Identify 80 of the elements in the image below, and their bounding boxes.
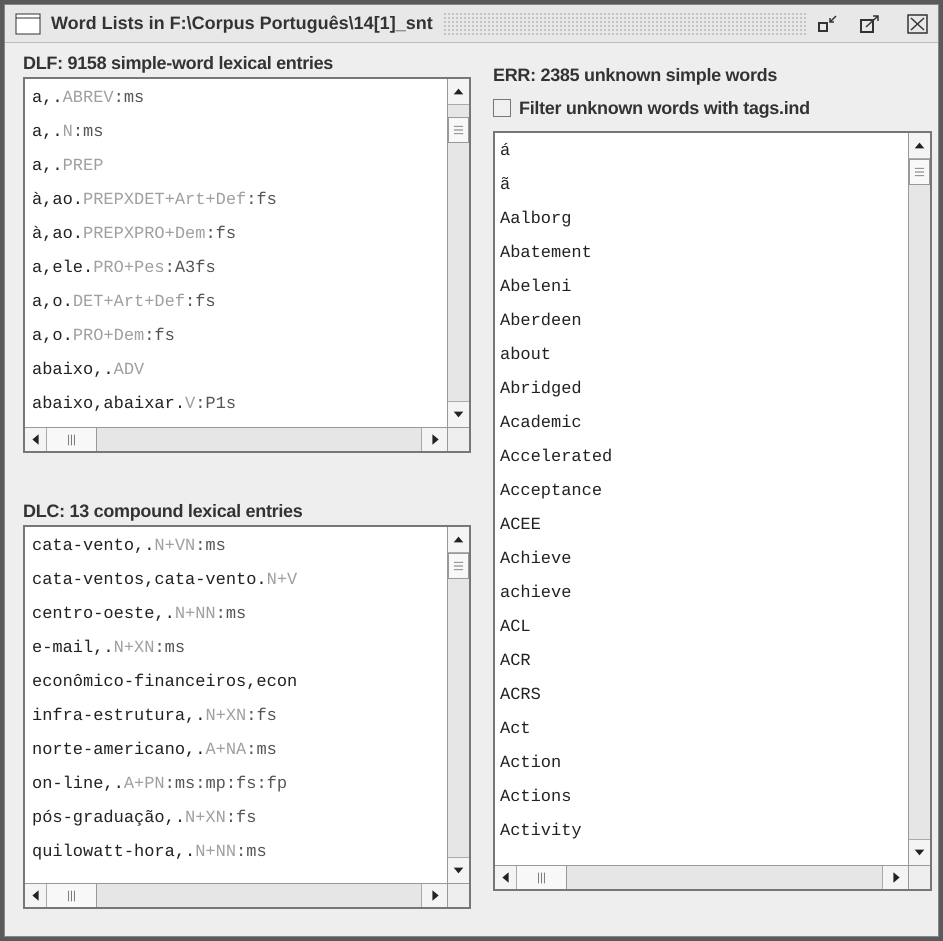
vertical-scrollbar[interactable] (908, 133, 930, 865)
list-item[interactable]: a,.PREP (32, 150, 440, 184)
scroll-down-icon[interactable] (448, 401, 469, 427)
list-item[interactable]: à,ao.PREPXPRO+Dem:fs (32, 218, 440, 252)
scroll-right-icon[interactable] (882, 866, 908, 889)
list-item[interactable]: ACR (500, 645, 903, 679)
scrollbar-corner (908, 866, 930, 889)
list-item[interactable]: Abridged (500, 373, 903, 407)
horizontal-scrollbar[interactable] (495, 866, 908, 889)
list-item[interactable]: Actions (500, 781, 903, 815)
list-item[interactable]: e-mail,.N+XN:ms (32, 632, 440, 666)
horizontal-scrollbar[interactable] (25, 884, 447, 907)
scroll-thumb-icon[interactable] (909, 159, 930, 185)
list-item[interactable]: Abeleni (500, 271, 903, 305)
list-item[interactable]: a,.ABREV:ms (32, 82, 440, 116)
window-icon (15, 12, 41, 34)
list-item[interactable]: about (500, 339, 903, 373)
list-item[interactable]: quilowatt-hora,.N+NN:ms (32, 836, 440, 870)
list-item[interactable]: Action (500, 747, 903, 781)
scroll-thumb-icon[interactable] (517, 866, 567, 889)
list-item[interactable]: à,ao.PREPXDET+Art+Def:fs (32, 184, 440, 218)
scroll-left-icon[interactable] (25, 884, 47, 907)
entry-list[interactable] (23, 525, 471, 909)
scroll-thumb-icon[interactable] (448, 553, 469, 579)
section-label: ERR: 2385 unknown simple words (493, 64, 778, 87)
list-item[interactable]: Academic (500, 407, 903, 441)
list-item[interactable]: á (500, 135, 903, 169)
scroll-down-icon[interactable] (448, 857, 469, 883)
list-item[interactable]: ã (500, 169, 903, 203)
list-item[interactable]: Accelerated (500, 441, 903, 475)
list-item[interactable]: abaixo,.ADV (32, 354, 440, 388)
list-item[interactable]: cata-vento,.N+VN:ms (32, 530, 440, 564)
scroll-left-icon[interactable] (25, 428, 47, 451)
scroll-up-icon[interactable] (448, 527, 469, 553)
scroll-up-icon[interactable] (448, 79, 469, 105)
list-item[interactable]: a,.N:ms (32, 116, 440, 150)
scroll-thumb-icon[interactable] (448, 116, 469, 143)
list-item[interactable]: ACEE (500, 509, 903, 543)
close-icon[interactable] (906, 12, 930, 34)
list-item[interactable]: a,o.DET+Art+Def:fs (32, 286, 440, 320)
list-item[interactable]: ACRS (500, 679, 903, 713)
section-label: DLC: 13 compound lexical entries (23, 500, 304, 523)
scroll-right-icon[interactable] (421, 884, 447, 907)
word-list[interactable]: á ã Aalborg Abatement Abeleni Aberdeen about Abridged Academic Accelerated Acceptance ACEE Achieve achieve ACL ACR ACRS Act Action Actions Activity (493, 131, 932, 891)
horizontal-scrollbar[interactable] (25, 428, 447, 451)
list-item[interactable]: a,ele.PRO+Pes:A3fs (32, 252, 440, 286)
list-item[interactable]: econômico-financeiros,econ (32, 666, 440, 700)
scrollbar-corner (447, 428, 469, 451)
list-item[interactable]: achieve (500, 577, 903, 611)
vertical-scrollbar[interactable] (447, 527, 469, 883)
list-item[interactable]: on-line,.A+PN:ms:mp:fs:fp (32, 768, 440, 802)
list-item[interactable]: norte-americano,.A+NA:ms (32, 734, 440, 768)
list-item[interactable]: Acceptance (500, 475, 903, 509)
entry-list[interactable]: a,.ABREV:ms a,.N:ms a,.PREP à,ao.PREPXDET+Art+Def:fs à,ao.PREPXPRO+Dem:fs a,ele.PRO+Pes:A3fs a,o.DET+Art+Def:fs a,o.PRO+Dem:fs abaixo,.ADV abaixo,abaixar.V:P1s (23, 77, 471, 453)
scroll-thumb-icon[interactable] (47, 428, 97, 451)
filter-checkbox[interactable] (493, 99, 511, 117)
list-item[interactable]: Achieve (500, 543, 903, 577)
list-item[interactable]: Activity (500, 815, 903, 849)
filter-label[interactable]: Filter unknown words with tags.ind (519, 94, 810, 122)
maximize-icon[interactable] (858, 12, 882, 34)
list-item[interactable]: a,o.PRO+Dem:fs (32, 320, 440, 354)
list-item[interactable]: cata-ventos,cata-vento.N+V (32, 564, 440, 598)
scroll-up-icon[interactable] (909, 133, 930, 159)
list-item[interactable]: Aalborg (500, 203, 903, 237)
scroll-down-icon[interactable] (909, 839, 930, 865)
scroll-left-icon[interactable] (495, 866, 517, 889)
scroll-thumb-icon[interactable] (47, 884, 97, 907)
list-item[interactable]: abaixo,abaixar.V:P1s (32, 388, 440, 422)
scrollbar-corner (447, 884, 469, 907)
section-label: DLF: 9158 simple-word lexical entries (23, 52, 334, 75)
window-title: Word Lists in F:\Corpus Português\14[1]_snt (51, 12, 433, 35)
list-item[interactable]: Abatement (500, 237, 903, 271)
list-item[interactable]: infra-estrutura,.N+XN:fs (32, 700, 440, 734)
list-item[interactable]: Act (500, 713, 903, 747)
list-item[interactable]: ACL (500, 611, 903, 645)
vertical-scrollbar[interactable] (447, 79, 469, 427)
list-item[interactable]: centro-oeste,.N+NN:ms (32, 598, 440, 632)
list-item[interactable]: pós-graduação,.N+XN:fs (32, 802, 440, 836)
list-item[interactable]: Aberdeen (500, 305, 903, 339)
scroll-right-icon[interactable] (421, 428, 447, 451)
